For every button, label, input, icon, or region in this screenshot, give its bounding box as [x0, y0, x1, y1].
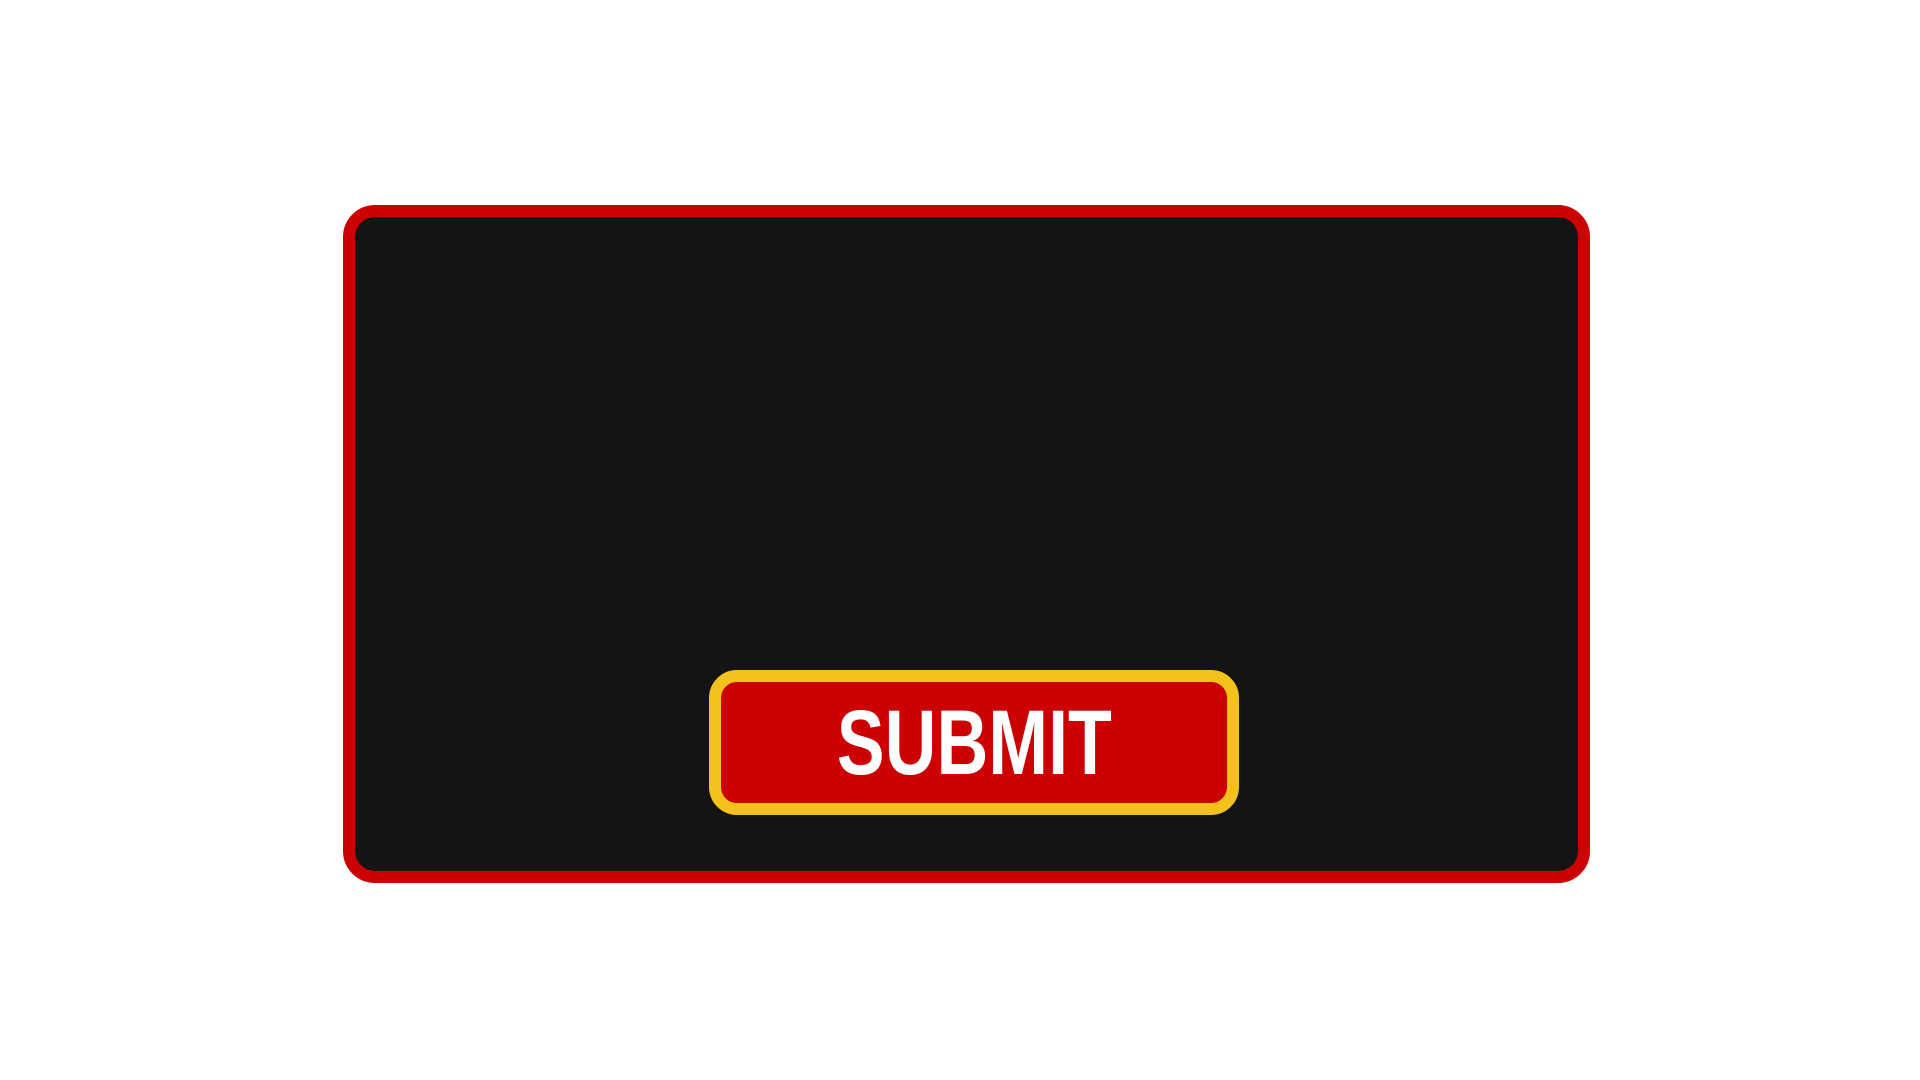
submit-button-label: SUBMIT	[836, 691, 1112, 794]
form-panel: SUBMIT	[343, 205, 1590, 883]
submit-button[interactable]: SUBMIT	[709, 670, 1239, 815]
